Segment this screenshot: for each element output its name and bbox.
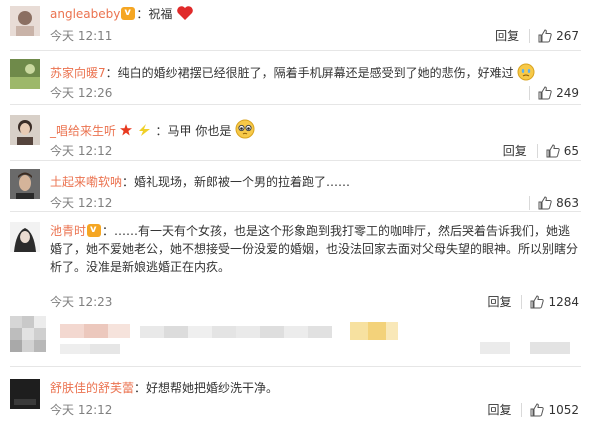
like-count: 267: [556, 29, 579, 43]
like-button[interactable]: 863: [538, 195, 579, 211]
comment-time: 今天 12:12: [50, 196, 113, 210]
like-button[interactable]: 267: [538, 28, 579, 44]
comment-actions: 回复 267: [495, 28, 579, 44]
pixelated-comment-area: [0, 316, 591, 366]
comment-text: ：好想帮她把婚纱洗干净。: [134, 381, 279, 395]
action-separator: [529, 29, 531, 43]
comment-item: 土起来嘞软呐：婚礼现场，新郎被一个男的拉着跑了…… 今天 12:12 863: [0, 161, 591, 211]
username-link[interactable]: angleabeby: [50, 7, 120, 21]
thumbs-up-icon: [530, 295, 545, 309]
comment-item: angleabeby ：祝福 今天 12:11 回复 267: [0, 0, 591, 50]
comment-item: 舒肤佳的舒芙蕾：好想帮她把婚纱洗干净。 今天 12:12 回复 1052: [0, 367, 591, 430]
comment-text: ：祝福: [136, 7, 173, 21]
pixel-blur-graphic: [10, 316, 570, 354]
like-button[interactable]: 249: [538, 85, 579, 101]
username-link[interactable]: 舒肤佳的舒芙蕾: [50, 381, 134, 395]
like-button[interactable]: 1284: [530, 294, 579, 310]
thumbs-up-icon: [546, 144, 560, 158]
like-count: 1052: [548, 403, 579, 417]
comment-text: ：……有一天有个女孩，也是这个形象跑到我打零工的咖啡厅，然后哭着告诉我们，她逃婚…: [50, 224, 579, 274]
comment-actions: 回复 1052: [487, 402, 579, 418]
reply-button[interactable]: 回复: [487, 402, 511, 418]
crying-emoji-icon: [517, 63, 535, 81]
avatar[interactable]: [10, 6, 40, 36]
username-link[interactable]: _唱给来生听: [50, 124, 116, 138]
action-separator: [529, 196, 531, 210]
vip-badge-icon: [121, 4, 136, 22]
avatar[interactable]: [10, 115, 40, 145]
like-count: 65: [563, 144, 579, 158]
username-link[interactable]: 池青时: [50, 224, 86, 238]
comment-actions: 回复 1284: [487, 294, 579, 310]
comment-actions: 249: [529, 85, 579, 101]
comment-line: _唱给来生听 ：马甲 你也是: [50, 119, 579, 140]
comment-line: angleabeby ：祝福: [50, 4, 579, 23]
thumbs-up-icon: [530, 403, 545, 417]
avatar[interactable]: [10, 59, 40, 89]
action-separator: [536, 144, 538, 158]
action-separator: [529, 86, 531, 100]
comment-item: 苏家向暖7：纯白的婚纱裙摆已经很脏了，隔着手机屏幕还是感受到了她的悲伤，好难过 …: [0, 51, 591, 103]
action-separator: [521, 295, 523, 309]
comment-text: ：马甲 你也是: [155, 124, 232, 138]
like-count: 863: [556, 196, 579, 210]
like-button[interactable]: 1052: [530, 402, 579, 418]
comment-text: ：婚礼现场，新郎被一个男的拉着跑了……: [122, 175, 351, 189]
comment-time: 今天 12:26: [50, 86, 113, 100]
heart-emoji-icon: [177, 6, 194, 20]
avatar[interactable]: [10, 169, 40, 199]
red-star-icon: [119, 124, 132, 136]
comment-text: ：纯白的婚纱裙摆已经很脏了，隔着手机屏幕还是感受到了她的悲伤，好难过: [105, 66, 514, 80]
reply-button[interactable]: 回复: [495, 28, 519, 44]
pleading-emoji-icon: [235, 119, 255, 139]
like-button[interactable]: 65: [546, 143, 579, 159]
thumbs-up-icon: [538, 86, 552, 100]
avatar[interactable]: [10, 222, 40, 252]
comment-actions: 863: [529, 195, 579, 211]
comment-time: 今天 12:12: [50, 144, 113, 158]
reply-button[interactable]: 回复: [503, 143, 527, 159]
lightning-icon: [138, 124, 150, 136]
comment-time: 今天 12:11: [50, 29, 113, 43]
thumbs-up-icon: [538, 196, 552, 210]
comment-actions: 回复 65: [503, 143, 579, 159]
action-separator: [521, 403, 523, 417]
reply-button[interactable]: 回复: [487, 294, 511, 310]
username-link[interactable]: 土起来嘞软呐: [50, 175, 122, 189]
vip-badge-icon: [87, 221, 102, 239]
comment-line: 土起来嘞软呐：婚礼现场，新郎被一个男的拉着跑了……: [50, 173, 579, 191]
username-link[interactable]: 苏家向暖7: [50, 66, 106, 80]
comment-line: 池青时：……有一天有个女孩，也是这个形象跑到我打零工的咖啡厅，然后哭着告诉我们，…: [50, 221, 579, 276]
comment-item: _唱给来生听 ：马甲 你也是 今天 12:12 回复 65: [0, 105, 591, 160]
avatar[interactable]: [10, 379, 40, 409]
comment-line: 舒肤佳的舒芙蕾：好想帮她把婚纱洗干净。: [50, 379, 579, 397]
like-count: 249: [556, 86, 579, 100]
comment-line: 苏家向暖7：纯白的婚纱裙摆已经很脏了，隔着手机屏幕还是感受到了她的悲伤，好难过: [50, 63, 579, 82]
comment-item: 池青时：……有一天有个女孩，也是这个形象跑到我打零工的咖啡厅，然后哭着告诉我们，…: [0, 212, 591, 316]
comment-time: 今天 12:12: [50, 403, 113, 417]
like-count: 1284: [548, 295, 579, 309]
thumbs-up-icon: [538, 29, 552, 43]
comment-time: 今天 12:23: [50, 295, 113, 309]
